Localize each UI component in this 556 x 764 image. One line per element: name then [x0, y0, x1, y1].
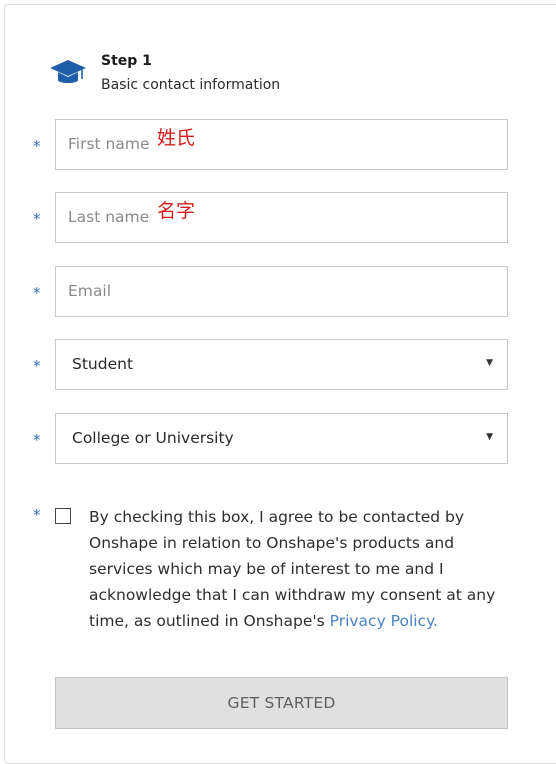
required-marker: *	[33, 357, 41, 375]
step-title: Step 1	[101, 53, 152, 69]
chevron-down-icon: ▼	[486, 358, 493, 368]
first-name-annotation: 姓氏	[157, 127, 196, 149]
privacy-policy-link[interactable]: Privacy Policy	[330, 612, 433, 630]
email-field[interactable]: Email	[55, 266, 508, 317]
step-subtitle: Basic contact information	[101, 77, 281, 93]
get-started-button[interactable]: GET STARTED	[55, 677, 508, 729]
required-marker: *	[33, 210, 41, 228]
graduation-cap-icon	[50, 60, 86, 83]
institution-select-value: College or University	[72, 429, 234, 447]
last-name-field[interactable]: Last name 名字	[55, 192, 508, 243]
consent-checkbox[interactable]	[55, 508, 71, 524]
last-name-annotation: 名字	[157, 200, 196, 222]
consent-text: By checking this box, I agree to be cont…	[89, 504, 499, 634]
last-name-placeholder: Last name	[68, 208, 150, 226]
institution-select[interactable]: College or University ▼	[55, 413, 508, 464]
first-name-field[interactable]: First name 姓氏	[55, 119, 508, 170]
email-placeholder: Email	[68, 282, 112, 300]
consent-period: .	[433, 612, 438, 630]
role-select-value: Student	[72, 355, 134, 373]
first-name-placeholder: First name	[68, 135, 150, 153]
required-marker: *	[33, 506, 41, 524]
role-select[interactable]: Student ▼	[55, 339, 508, 390]
required-marker: *	[33, 284, 41, 302]
required-marker: *	[33, 137, 41, 155]
required-marker: *	[33, 431, 41, 449]
chevron-down-icon: ▼	[486, 432, 493, 442]
